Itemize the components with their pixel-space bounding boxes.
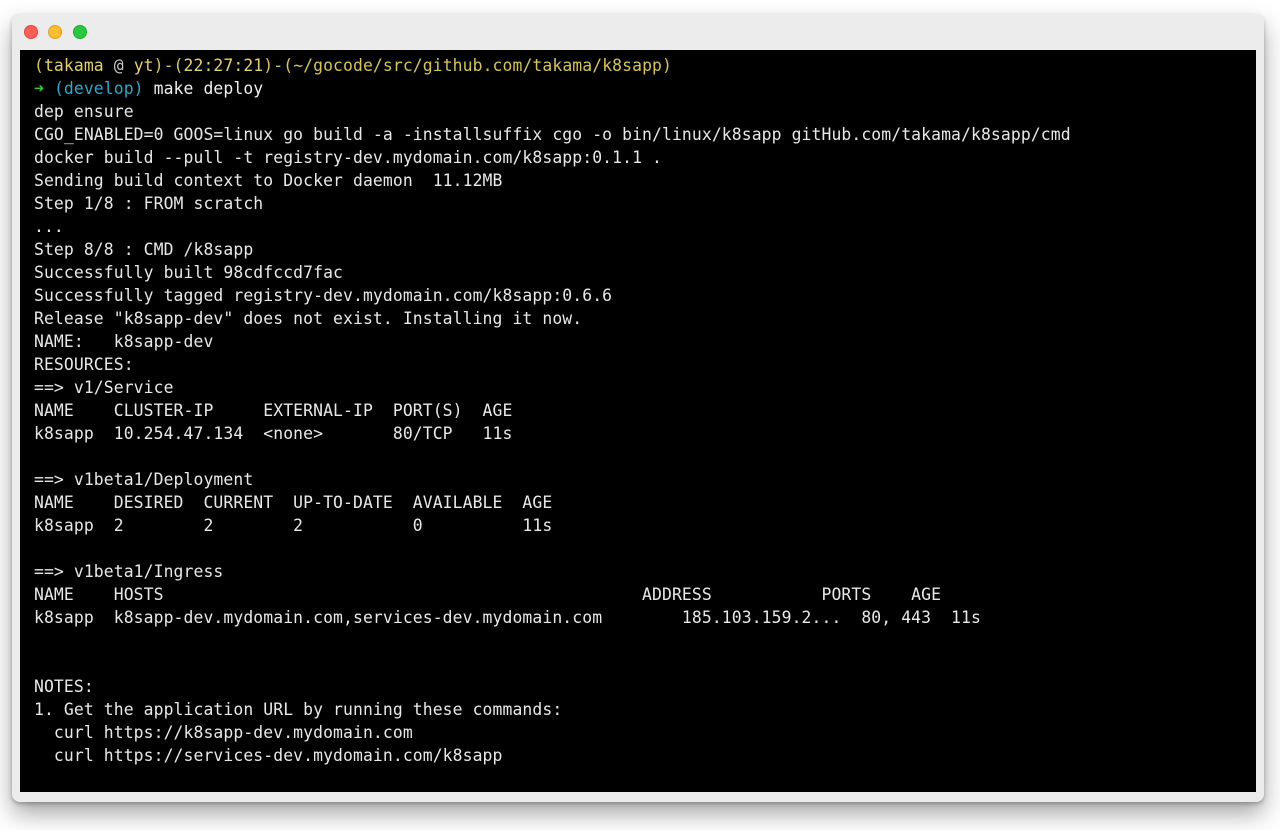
command-line: ➜ (develop) make deploy <box>34 77 1256 100</box>
output-line: Successfully tagged registry-dev.mydomai… <box>34 286 613 305</box>
output-line: ==> v1beta1/Ingress <box>34 562 224 581</box>
zoom-window-button[interactable] <box>73 25 87 39</box>
output-line: NAME DESIRED CURRENT UP-TO-DATE AVAILABL… <box>34 493 553 512</box>
minimize-window-button[interactable] <box>48 25 62 39</box>
prompt-close-paren: ) <box>662 56 672 75</box>
git-branch: (develop) <box>53 79 144 98</box>
output-line: NOTES: <box>34 677 94 696</box>
terminal-content: (takama @ yt)-(22:27:21)-(~/gocode/src/g… <box>34 54 1256 767</box>
title-bar[interactable] <box>12 14 1264 50</box>
output-line: k8sapp 2 2 2 0 11s <box>34 516 553 535</box>
output-line: Step 1/8 : FROM scratch <box>34 194 264 213</box>
output-line: k8sapp k8sapp-dev.mydomain.com,services-… <box>34 608 981 627</box>
prompt-arrow-icon: ➜ <box>34 79 44 98</box>
output-line: k8sapp 10.254.47.134 <none> 80/TCP 11s <box>34 424 513 443</box>
output-line: Successfully built 98cdfccd7fac <box>34 263 344 282</box>
command-output: dep ensure CGO_ENABLED=0 GOOS=linux go bu… <box>34 100 1256 767</box>
output-line: NAME CLUSTER-IP EXTERNAL-IP PORT(S) AGE <box>34 401 513 420</box>
output-line: dep ensure <box>34 102 134 121</box>
command-text: make deploy <box>153 79 264 98</box>
prompt-user: takama <box>43 56 104 75</box>
terminal-pane[interactable]: (takama @ yt)-(22:27:21)-(~/gocode/src/g… <box>20 50 1256 792</box>
output-line: ==> v1beta1/Deployment <box>34 470 254 489</box>
output-line: RESOURCES: <box>34 355 134 374</box>
prompt-line: (takama @ yt)-(22:27:21)-(~/gocode/src/g… <box>34 54 1256 77</box>
prompt-path: ~/gocode/src/github.com/takama/k8sapp <box>293 56 663 75</box>
output-line: NAME HOSTS ADDRESS PORTS AGE <box>34 585 942 604</box>
close-window-button[interactable] <box>24 25 38 39</box>
prompt-separator-2: )-( <box>263 56 294 75</box>
prompt-at: @ <box>103 56 134 75</box>
output-line: Sending build context to Docker daemon 1… <box>34 171 503 190</box>
output-line: ==> v1/Service <box>34 378 174 397</box>
output-line: curl https://services-dev.mydomain.com/k… <box>34 746 503 765</box>
terminal-window: (takama @ yt)-(22:27:21)-(~/gocode/src/g… <box>12 14 1264 802</box>
prompt-host: yt <box>133 56 154 75</box>
output-line: 1. Get the application URL by running th… <box>34 700 563 719</box>
output-line: Step 8/8 : CMD /k8sapp <box>34 240 254 259</box>
prompt-separator: )-( <box>153 56 184 75</box>
prompt-time: 22:27:21 <box>183 56 264 75</box>
output-line: docker build --pull -t registry-dev.mydo… <box>34 148 662 167</box>
output-line: ... <box>34 217 64 236</box>
output-line: NAME: k8sapp-dev <box>34 332 214 351</box>
prompt-open-paren: ( <box>34 56 44 75</box>
output-line: Release "k8sapp-dev" does not exist. Ins… <box>34 309 583 328</box>
output-line: CGO_ENABLED=0 GOOS=linux go build -a -in… <box>34 125 1071 144</box>
output-line: curl https://k8sapp-dev.mydomain.com <box>34 723 413 742</box>
